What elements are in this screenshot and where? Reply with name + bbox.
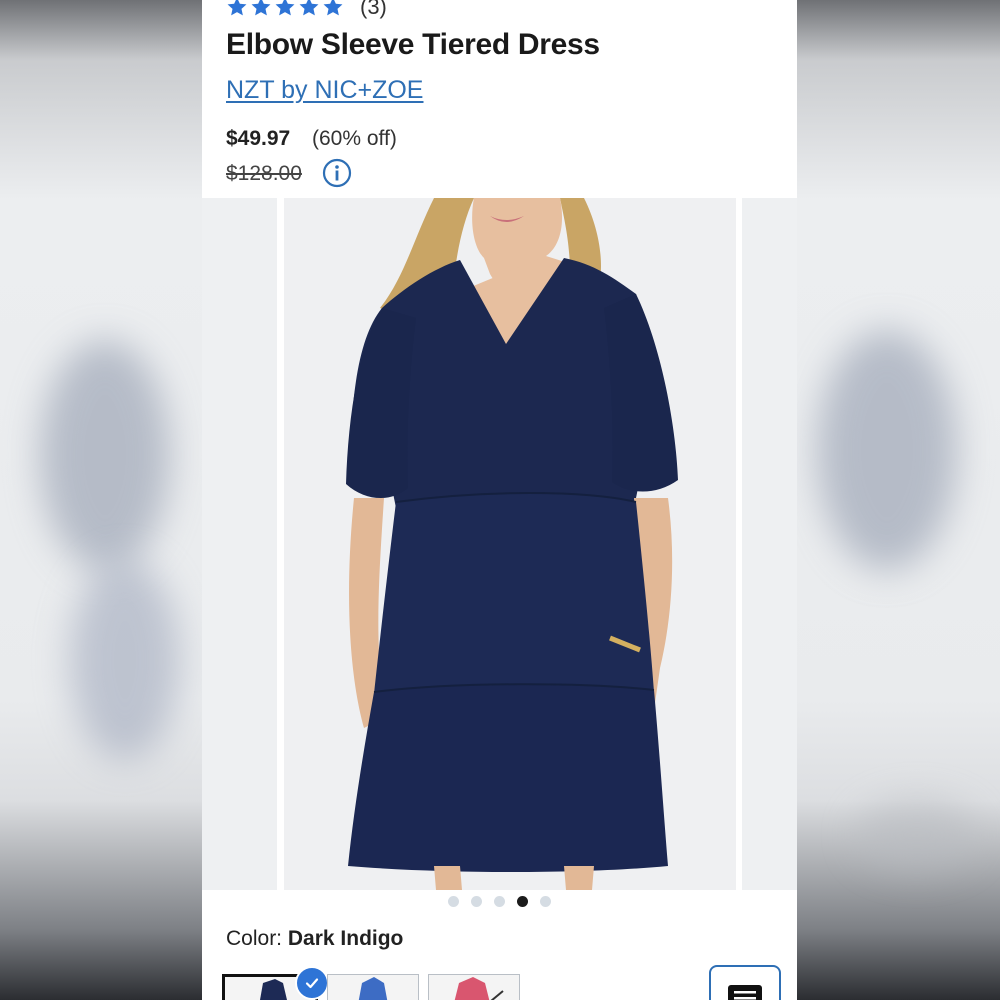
star-icon: [251, 0, 271, 16]
star-rating[interactable]: (3): [226, 0, 387, 20]
brand-link[interactable]: NZT by NIC+ZOE: [226, 76, 424, 105]
carousel-dot[interactable]: [471, 896, 482, 907]
carousel-dot[interactable]: [494, 896, 505, 907]
previous-image-peek[interactable]: [202, 198, 277, 890]
original-price: $128.00: [226, 162, 302, 185]
color-swatch-blue[interactable]: [327, 974, 419, 1000]
carousel-dot-active[interactable]: [517, 896, 528, 907]
color-swatch-pink[interactable]: [428, 974, 520, 1000]
backdrop-right: [797, 0, 1000, 1000]
carousel-dot[interactable]: [448, 896, 459, 907]
star-icon: [323, 0, 343, 16]
info-icon[interactable]: [322, 158, 352, 188]
product-title: Elbow Sleeve Tiered Dress: [226, 28, 600, 61]
color-label: Color:: [226, 927, 283, 950]
carousel-dots: [202, 896, 797, 907]
color-selection-label: Color: Dark Indigo: [226, 927, 403, 951]
next-image-peek[interactable]: [742, 198, 797, 890]
dress-photo: [284, 198, 736, 890]
star-icon: [275, 0, 295, 16]
product-image[interactable]: [284, 198, 736, 890]
product-page: (3) Elbow Sleeve Tiered Dress NZT by NIC…: [202, 0, 797, 1000]
sticky-menu-button[interactable]: [709, 965, 781, 1000]
sale-price: $49.97: [226, 127, 291, 150]
star-icon: [299, 0, 319, 16]
discount-label: (60% off): [312, 127, 397, 150]
product-image-carousel[interactable]: [202, 198, 797, 890]
review-count[interactable]: (3): [360, 0, 387, 20]
selected-color-name: Dark Indigo: [287, 927, 404, 950]
menu-icon: [728, 985, 762, 1000]
selected-check-badge: [295, 966, 329, 1000]
check-icon: [305, 978, 319, 989]
carousel-dot[interactable]: [540, 896, 551, 907]
swatch-image: [328, 975, 418, 1000]
star-icon: [227, 0, 247, 16]
backdrop-left: [0, 0, 202, 1000]
swatch-image: [429, 975, 519, 1000]
